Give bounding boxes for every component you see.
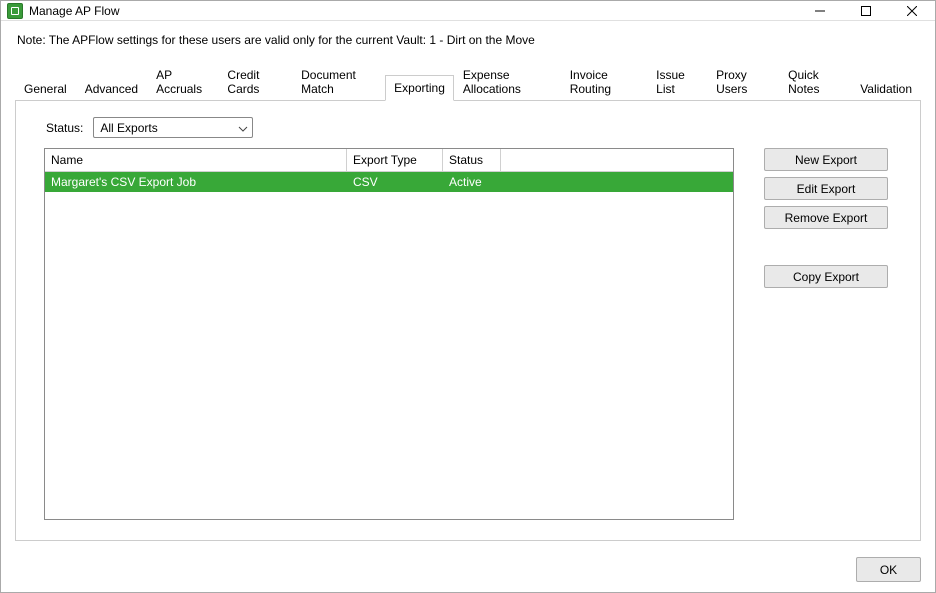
exports-table[interactable]: Name Export Type Status Margaret's CSV E… <box>44 148 734 520</box>
tab-expense-allocations[interactable]: Expense Allocations <box>454 62 561 101</box>
tab-advanced[interactable]: Advanced <box>76 76 147 101</box>
client-area: Note: The APFlow settings for these user… <box>1 21 935 551</box>
column-header-name[interactable]: Name <box>45 149 347 172</box>
tab-quick-notes[interactable]: Quick Notes <box>779 62 851 101</box>
side-buttons: New Export Edit Export Remove Export Cop… <box>764 148 888 520</box>
tab-proxy-users[interactable]: Proxy Users <box>707 62 779 101</box>
cell-export-type: CSV <box>347 172 443 192</box>
edit-export-button[interactable]: Edit Export <box>764 177 888 200</box>
note-text: Note: The APFlow settings for these user… <box>15 33 921 47</box>
app-icon <box>7 3 23 19</box>
tab-invoice-routing[interactable]: Invoice Routing <box>561 62 647 101</box>
cell-spacer <box>501 172 733 192</box>
ok-button[interactable]: OK <box>856 557 921 582</box>
column-header-export-type[interactable]: Export Type <box>347 149 443 172</box>
dialog-footer: OK <box>1 551 935 592</box>
tab-issue-list[interactable]: Issue List <box>647 62 707 101</box>
copy-export-button[interactable]: Copy Export <box>764 265 888 288</box>
new-export-button[interactable]: New Export <box>764 148 888 171</box>
status-label: Status: <box>46 121 83 135</box>
tab-validation[interactable]: Validation <box>851 76 921 101</box>
column-header-spacer <box>501 149 733 172</box>
maximize-button[interactable] <box>843 1 889 20</box>
tab-exporting[interactable]: Exporting <box>385 75 454 101</box>
manage-apflow-window: Manage AP Flow Note: The APFlow settings… <box>0 0 936 593</box>
tab-general[interactable]: General <box>15 76 76 101</box>
table-row[interactable]: Margaret's CSV Export Job CSV Active <box>45 172 733 192</box>
status-selected-value: All Exports <box>100 121 157 135</box>
content-row: Name Export Type Status Margaret's CSV E… <box>44 148 900 520</box>
tabstrip: General Advanced AP Accruals Credit Card… <box>15 61 921 101</box>
tab-credit-cards[interactable]: Credit Cards <box>218 62 292 101</box>
remove-export-button[interactable]: Remove Export <box>764 206 888 229</box>
titlebar: Manage AP Flow <box>1 1 935 21</box>
window-controls <box>797 1 935 20</box>
chevron-down-icon <box>238 123 248 133</box>
minimize-button[interactable] <box>797 1 843 20</box>
window-title: Manage AP Flow <box>29 4 797 18</box>
status-filter-row: Status: All Exports <box>46 117 900 138</box>
tab-ap-accruals[interactable]: AP Accruals <box>147 62 218 101</box>
exporting-tabpanel: Status: All Exports Name Export Type Sta… <box>15 101 921 541</box>
column-header-status[interactable]: Status <box>443 149 501 172</box>
close-button[interactable] <box>889 1 935 20</box>
status-dropdown[interactable]: All Exports <box>93 117 253 138</box>
cell-name: Margaret's CSV Export Job <box>45 172 347 192</box>
cell-status: Active <box>443 172 501 192</box>
tab-document-match[interactable]: Document Match <box>292 62 385 101</box>
table-header: Name Export Type Status <box>45 149 733 172</box>
